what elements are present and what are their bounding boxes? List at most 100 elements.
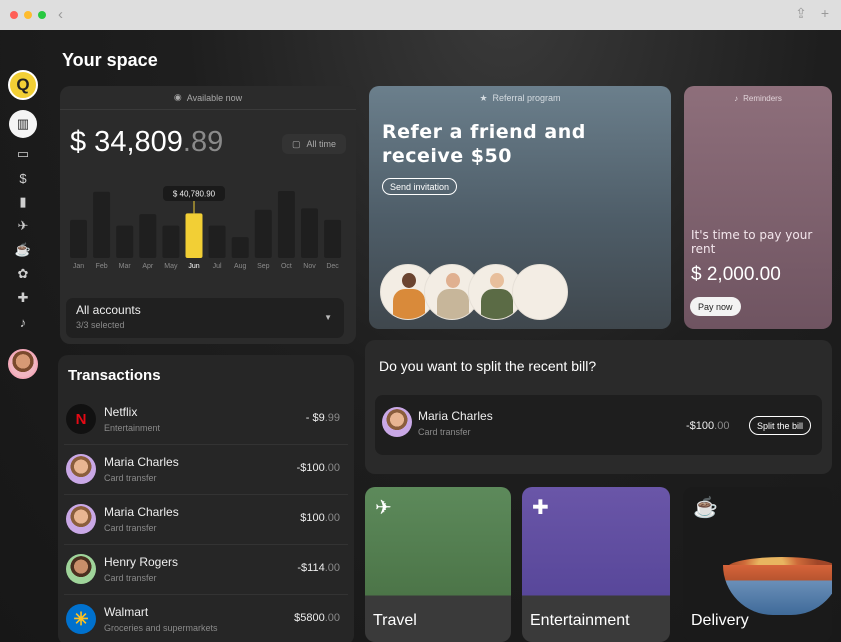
spending-bar-chart: Jan Feb Mar Apr May Jun $ 40,780.90 Jul Aug Sep Oc… (70, 186, 342, 270)
transaction-name: Maria Charles (104, 455, 179, 469)
referral-card: ★ Referral program Refer a friend and re… (369, 86, 671, 329)
food-icon[interactable]: ☕ (11, 239, 35, 261)
amount-main: $100 (300, 512, 325, 524)
bag-icon[interactable]: ▮ (11, 191, 35, 213)
category-label: Delivery (691, 612, 749, 629)
period-button[interactable]: ▢ All time (282, 134, 346, 154)
transaction-row[interactable]: Maria Charles Card transfer -$100.00 (64, 445, 348, 495)
plus-icon[interactable]: + (821, 5, 829, 22)
category-travel[interactable]: ✈ Travel (365, 487, 511, 642)
chart-tick-label: Feb (96, 263, 108, 270)
maximize-window-button[interactable] (38, 11, 46, 19)
category-label: Entertainment (530, 612, 630, 629)
chart-tick-label: May (164, 263, 178, 270)
minimize-window-button[interactable] (24, 11, 32, 19)
amount-main: -$114 (297, 562, 325, 574)
balance-header: ◉ Available now (60, 86, 356, 110)
transaction-name: Netflix (104, 405, 138, 419)
accounts-subtitle: 3/3 selected (76, 320, 125, 330)
chart-bar-dec[interactable] (324, 219, 342, 258)
chart-bar-sep[interactable] (254, 209, 272, 258)
balance-header-label: Available now (186, 92, 243, 103)
bell-icon: ♪ (734, 93, 739, 103)
user-avatar[interactable] (8, 349, 38, 379)
avatar (66, 454, 96, 484)
category-delivery[interactable]: ☕ Delivery (683, 487, 832, 642)
reminders-header-label: Reminders (743, 93, 782, 103)
chart-tick-label: Aug (234, 263, 247, 270)
share-icon[interactable]: ⇪ (795, 5, 807, 22)
avatar (382, 407, 412, 437)
transaction-amount: $100.00 (300, 512, 340, 524)
split-the-bill-button[interactable]: Split the bill (749, 416, 812, 435)
chart-tick-label: Sep (257, 263, 270, 270)
chart-tick-label: Jul (213, 263, 222, 270)
plane-icon: ✈ (375, 497, 392, 519)
app-window: ‹ ⇪ + Q ▥ ▭ $ ▮ ✈ ☕ ✿ ✚ ♪ Your space ◉ A… (0, 0, 841, 642)
category-entertainment[interactable]: ✚ Entertainment (522, 487, 670, 642)
accounts-select[interactable]: All accounts 3/3 selected ▼ (66, 298, 344, 338)
reminders-header: ♪ Reminders (684, 86, 832, 110)
referral-headline: Refer a friend and receive $50 (382, 121, 586, 167)
transaction-category: Groceries and supermarkets (104, 623, 218, 633)
dollar-icon[interactable]: $ (11, 167, 35, 189)
transaction-row[interactable]: ✳ Walmart Groceries and supermarkets $58… (64, 595, 348, 642)
balance-dollars: $ 34,809 (70, 126, 183, 158)
amount-main: $5800 (294, 612, 325, 624)
reminders-card: ♪ Reminders It's time to pay your rent $… (684, 86, 832, 329)
referral-header-label: Referral program (492, 93, 561, 103)
pay-now-button[interactable]: Pay now (690, 297, 741, 316)
bell-icon[interactable]: ♪ (11, 311, 35, 333)
chart-bar-jul[interactable] (208, 225, 226, 258)
referral-header: ★ Referral program (369, 86, 671, 110)
transaction-name: Henry Rogers (104, 555, 179, 569)
send-invitation-button[interactable]: Send invitation (382, 178, 458, 195)
category-label: Travel (373, 612, 417, 629)
chart-bar-mar[interactable] (116, 225, 134, 258)
chart-bar-jan[interactable] (70, 219, 87, 258)
period-button-label: All time (306, 139, 337, 149)
chart-tick-label: Jan (73, 263, 84, 270)
chart-bar-oct[interactable] (277, 191, 295, 258)
reminder-text: It's time to pay your rent (691, 228, 813, 256)
chevron-left-icon[interactable]: ‹ (58, 6, 63, 23)
split-amount: -$100.00 (686, 420, 729, 432)
chart-bar-may[interactable] (162, 225, 180, 258)
window-controls (10, 11, 46, 19)
browser-titlebar: ‹ ⇪ + (0, 0, 841, 30)
paw-icon[interactable]: ✿ (11, 263, 35, 285)
logo-letter: Q (16, 75, 30, 94)
card-icon[interactable]: ▭ (11, 143, 35, 165)
chart-tick-label: Oct (281, 263, 292, 270)
chart-bar-aug[interactable] (231, 237, 249, 258)
balance-cents: .89 (182, 126, 224, 158)
chart-bar-jun[interactable] (185, 213, 203, 258)
netflix-logo: N (66, 404, 96, 434)
chart-tick-label: Dec (326, 263, 339, 270)
avatar (66, 554, 96, 584)
transaction-row[interactable]: N Netflix Entertainment - $9.99 (64, 395, 348, 445)
amount-cents: .00 (324, 562, 340, 574)
chart-icon[interactable]: ▥ (9, 110, 37, 138)
plane-icon[interactable]: ✈ (11, 215, 35, 237)
chart-tick-label: Mar (119, 263, 132, 270)
puzzle-icon[interactable]: ✚ (11, 287, 35, 309)
chart-bar-apr[interactable] (139, 214, 157, 258)
balance-card: ◉ Available now $ 34,809.89 ▢ All time J… (60, 86, 356, 344)
chart-bar-feb[interactable] (93, 191, 111, 258)
food-icon: ☕ (693, 497, 718, 519)
chart-bar-nov[interactable] (301, 208, 318, 258)
transactions-title: Transactions (68, 367, 161, 384)
transaction-row[interactable]: Maria Charles Card transfer $100.00 (64, 495, 348, 545)
transaction-amount: - $9.99 (306, 412, 340, 424)
transaction-category: Entertainment (104, 423, 161, 433)
app-logo[interactable]: Q (8, 70, 38, 100)
amount-main: -$100 (686, 420, 715, 432)
accounts-title: All accounts (76, 303, 141, 317)
amount-cents: .00 (324, 612, 340, 624)
close-window-button[interactable] (10, 11, 18, 19)
dollar-circle-icon: ◉ (173, 92, 182, 102)
walmart-logo: ✳ (66, 604, 96, 634)
transaction-row[interactable]: Henry Rogers Card transfer -$114.00 (64, 545, 348, 595)
balance-amount: $ 34,809.89 (70, 126, 223, 159)
